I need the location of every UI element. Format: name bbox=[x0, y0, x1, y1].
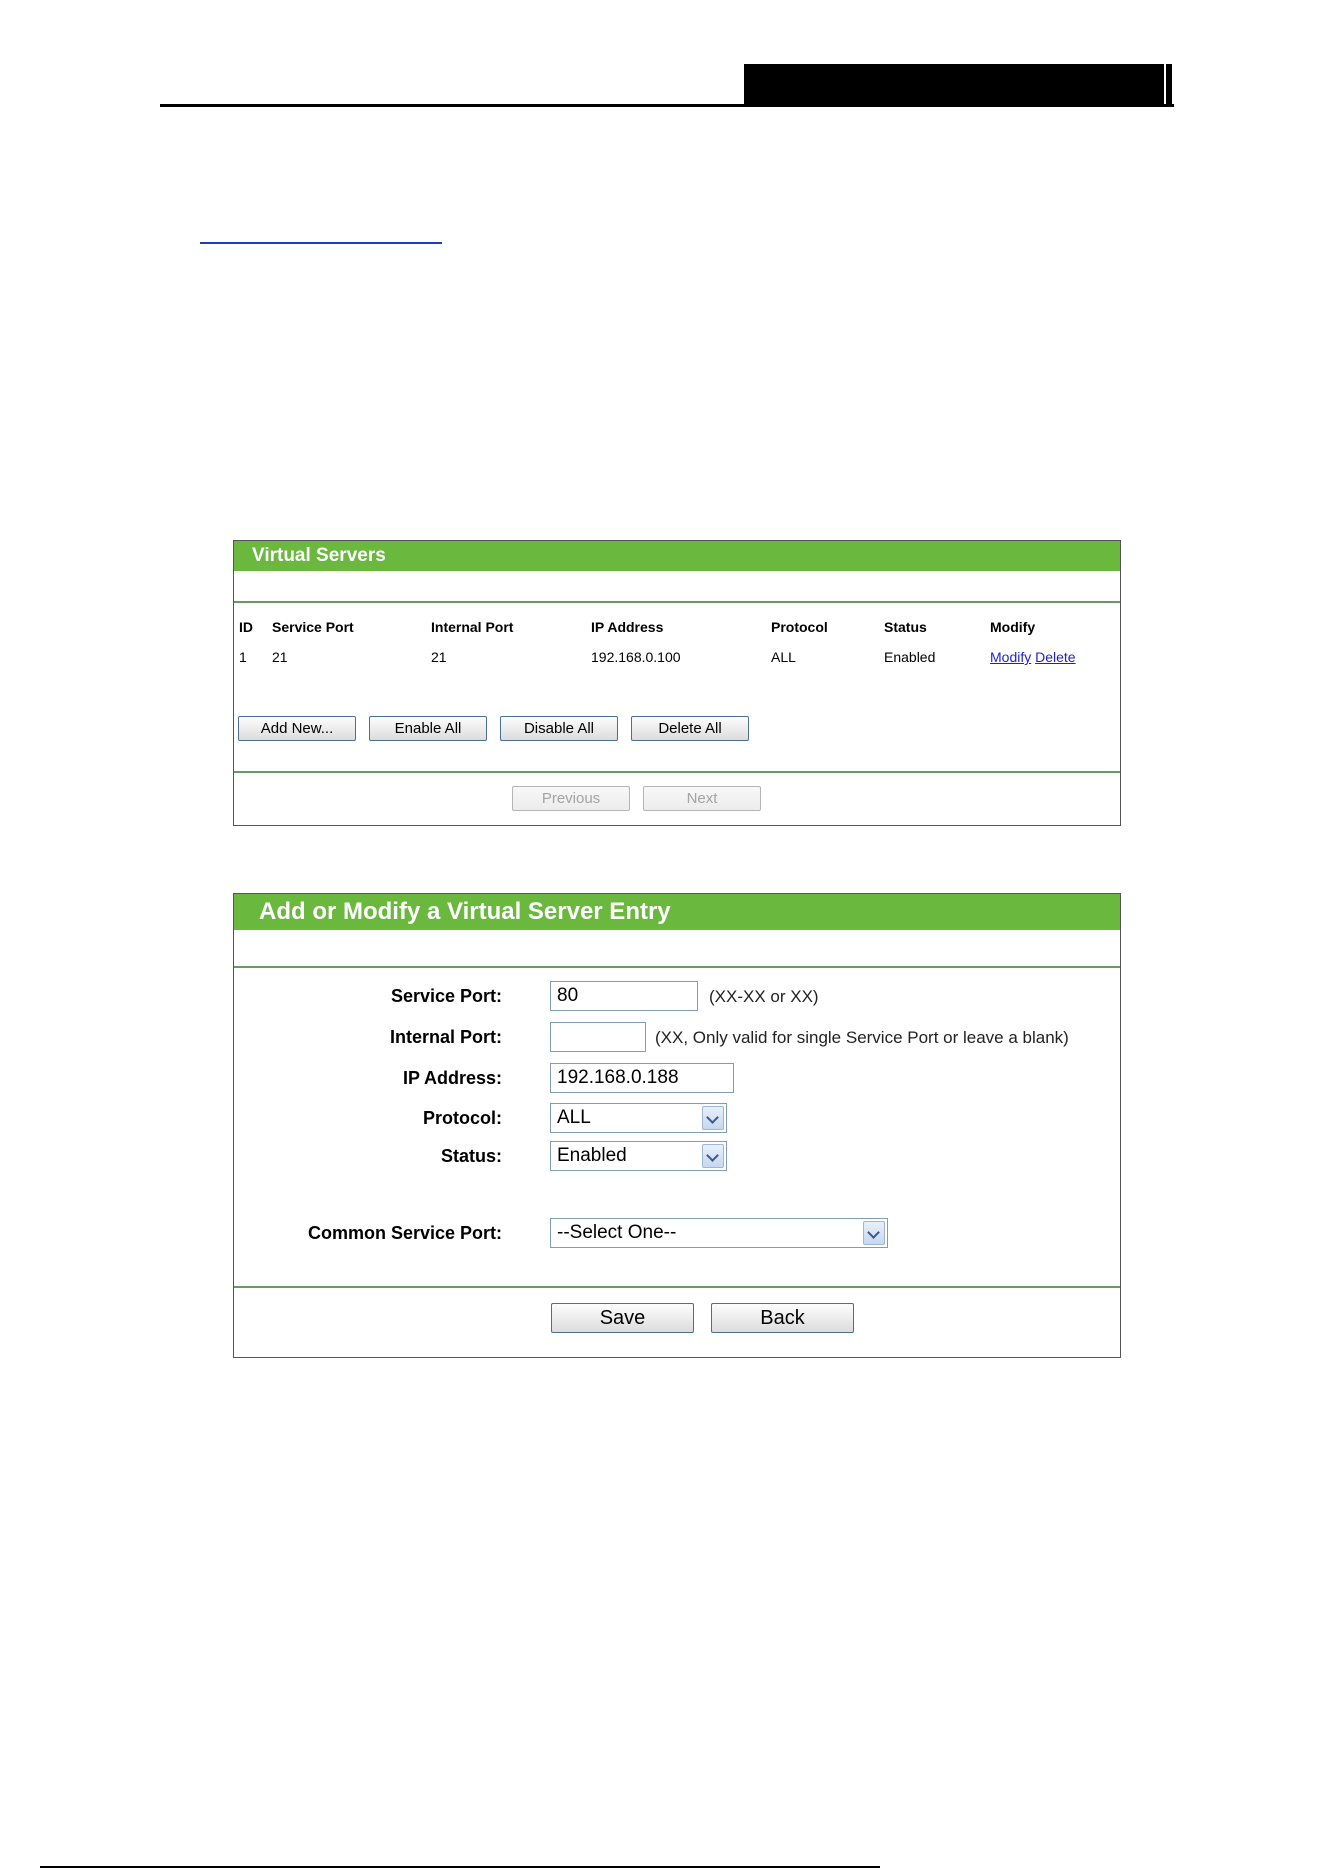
col-internal-port: Internal Port bbox=[431, 619, 514, 635]
ip-address-input[interactable]: 192.168.0.188 bbox=[550, 1063, 734, 1093]
col-modify: Modify bbox=[990, 619, 1036, 635]
save-button[interactable]: Save bbox=[551, 1303, 694, 1333]
internal-port-input[interactable] bbox=[550, 1022, 646, 1052]
virtual-servers-title: Virtual Servers bbox=[234, 541, 1120, 571]
enable-all-button[interactable]: Enable All bbox=[369, 716, 487, 741]
status-select[interactable]: Enabled bbox=[550, 1141, 727, 1171]
table-row: 1 21 21 192.168.0.100 ALL Enabled Modify… bbox=[239, 649, 1109, 679]
next-button[interactable]: Next bbox=[643, 786, 761, 811]
cell-ip-address: 192.168.0.100 bbox=[591, 649, 681, 665]
add-modify-subband bbox=[234, 930, 1120, 968]
common-service-port-value: --Select One-- bbox=[557, 1222, 677, 1243]
status-label: Status: bbox=[440, 1146, 502, 1166]
col-status: Status bbox=[884, 619, 927, 635]
virtual-servers-subband bbox=[234, 571, 1120, 603]
header-rule bbox=[160, 104, 1174, 107]
cell-modify: Modify Delete bbox=[990, 649, 1076, 665]
virtual-servers-panel: Virtual Servers ID Service Port Internal… bbox=[233, 540, 1121, 826]
add-modify-divider bbox=[234, 1286, 1120, 1288]
common-service-port-label: Common Service Port: bbox=[307, 1223, 502, 1243]
col-service-port: Service Port bbox=[272, 619, 354, 635]
ip-address-label: IP Address: bbox=[402, 1068, 502, 1088]
cell-internal-port: 21 bbox=[431, 649, 447, 665]
service-port-input[interactable]: 80 bbox=[550, 981, 698, 1011]
add-modify-panel: Add or Modify a Virtual Server Entry Ser… bbox=[233, 893, 1121, 1358]
back-button[interactable]: Back bbox=[711, 1303, 854, 1333]
col-ip-address: IP Address bbox=[591, 619, 664, 635]
protocol-select[interactable]: ALL bbox=[550, 1103, 727, 1133]
cell-protocol: ALL bbox=[771, 649, 796, 665]
add-modify-title: Add or Modify a Virtual Server Entry bbox=[234, 894, 1120, 930]
header-black-box bbox=[744, 64, 1164, 104]
disable-all-button[interactable]: Disable All bbox=[500, 716, 618, 741]
common-service-port-select[interactable]: --Select One-- bbox=[550, 1218, 888, 1248]
service-port-hint: (XX-XX or XX) bbox=[709, 987, 819, 1006]
table-header-row: ID Service Port Internal Port IP Address… bbox=[239, 619, 1109, 649]
footer-rule bbox=[40, 1866, 880, 1868]
hyperlink-underline[interactable] bbox=[200, 242, 442, 244]
col-id: ID bbox=[239, 619, 253, 635]
delete-all-button[interactable]: Delete All bbox=[631, 716, 749, 741]
cell-status: Enabled bbox=[884, 649, 936, 665]
delete-link[interactable]: Delete bbox=[1035, 649, 1075, 665]
virtual-servers-table: ID Service Port Internal Port IP Address… bbox=[239, 619, 1109, 679]
cell-service-port: 21 bbox=[272, 649, 288, 665]
add-new-button[interactable]: Add New... bbox=[238, 716, 356, 741]
chevron-down-icon[interactable] bbox=[702, 1144, 724, 1168]
service-port-label: Service Port: bbox=[390, 986, 502, 1006]
modify-link[interactable]: Modify bbox=[990, 649, 1031, 665]
protocol-label: Protocol: bbox=[423, 1108, 502, 1128]
previous-button[interactable]: Previous bbox=[512, 786, 630, 811]
cell-id: 1 bbox=[239, 649, 247, 665]
internal-port-hint: (XX, Only valid for single Service Port … bbox=[655, 1028, 1069, 1047]
col-protocol: Protocol bbox=[771, 619, 828, 635]
status-value: Enabled bbox=[557, 1145, 627, 1166]
chevron-down-icon[interactable] bbox=[863, 1221, 885, 1245]
virtual-servers-divider bbox=[234, 771, 1120, 773]
header-tick bbox=[1166, 64, 1172, 107]
protocol-value: ALL bbox=[557, 1107, 591, 1128]
chevron-down-icon[interactable] bbox=[702, 1106, 724, 1130]
internal-port-label: Internal Port: bbox=[389, 1027, 502, 1047]
